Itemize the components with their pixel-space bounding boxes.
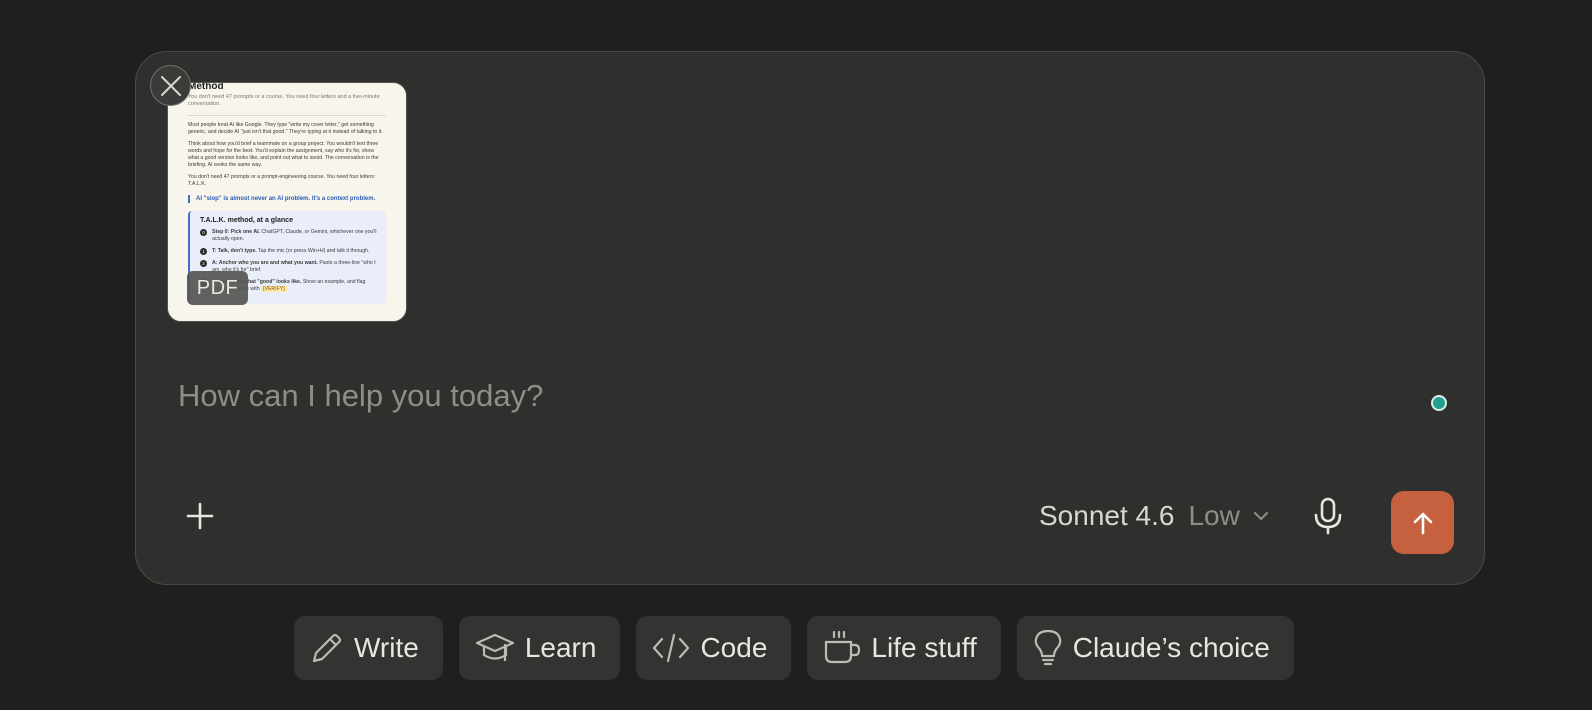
chip-label: Write	[354, 632, 419, 663]
microphone-icon	[1314, 497, 1342, 535]
model-name: Sonnet 4.6	[1039, 500, 1175, 531]
pdf-preview-title: Method	[188, 82, 224, 92]
step-number: 1	[200, 248, 207, 255]
pdf-preview-paragraph: Think about how you'd brief a teammate o…	[188, 141, 379, 168]
status-dot	[1431, 395, 1447, 411]
step-number: 2	[200, 260, 207, 267]
graduation-cap-icon	[475, 633, 514, 661]
chip-label: Learn	[524, 632, 597, 663]
arrow-up-icon	[1413, 512, 1432, 534]
pdf-preview-subtitle: You don't need 47 prompts or a course. Y…	[188, 94, 380, 107]
step-text: T: Talk, don't type. Tap the mic (or pre…	[212, 248, 370, 254]
step-text: Step 0: Pick one AI. ChatGPT, Claude, or…	[212, 229, 377, 242]
chip-life-stuff[interactable]: Life stuff	[807, 616, 1001, 680]
add-content-button[interactable]	[178, 494, 222, 538]
chip-write[interactable]: Write	[294, 616, 443, 680]
chip-label: Claude’s choice	[1072, 632, 1270, 663]
chip-label: Life stuff	[871, 632, 977, 663]
send-button[interactable]	[1391, 491, 1454, 554]
chat-composer: Method You don't need 47 prompts or a co…	[135, 51, 1485, 585]
chip-code[interactable]: Code	[636, 616, 792, 680]
pdf-preview-box-title: T.A.L.K. method, at a glance	[200, 217, 293, 224]
pdf-preview-divider	[188, 115, 386, 116]
chevron-down-icon	[1253, 512, 1268, 520]
model-selector[interactable]: Sonnet 4.6 Low	[1039, 494, 1270, 538]
pdf-preview-paragraph: Most people treat AI like Google. They t…	[188, 122, 383, 135]
remove-attachment-button[interactable]	[150, 65, 191, 106]
plus-icon	[186, 502, 214, 530]
close-icon	[160, 75, 181, 96]
lightbulb-icon	[1034, 629, 1062, 666]
voice-input-button[interactable]	[1308, 496, 1348, 536]
pdf-attachment[interactable]: Method You don't need 47 prompts or a co…	[167, 82, 407, 322]
pencil-icon	[312, 633, 342, 663]
coffee-cup-icon	[825, 630, 861, 664]
pdf-preview-step: 1 T: Talk, don't type. Tap the mic (or p…	[200, 248, 378, 255]
pdf-type-badge: PDF	[187, 271, 248, 305]
pdf-preview-paragraph: You don't need 47 prompts or a prompt-en…	[188, 174, 376, 187]
chip-claudes-choice[interactable]: Claude’s choice	[1016, 616, 1294, 680]
suggestion-chips: Write Learn Code Life stuff Claude’s cho…	[294, 616, 1294, 680]
step-number: 0	[200, 229, 207, 236]
chip-learn[interactable]: Learn	[458, 616, 621, 680]
model-effort: Low	[1188, 500, 1240, 531]
pdf-preview-step: 0 Step 0: Pick one AI. ChatGPT, Claude, …	[200, 229, 378, 243]
pdf-preview-callout: AI "slop" is almost never an AI problem.…	[188, 195, 386, 203]
code-icon	[653, 633, 690, 663]
prompt-input[interactable]	[178, 374, 1358, 418]
chip-label: Code	[700, 632, 768, 663]
